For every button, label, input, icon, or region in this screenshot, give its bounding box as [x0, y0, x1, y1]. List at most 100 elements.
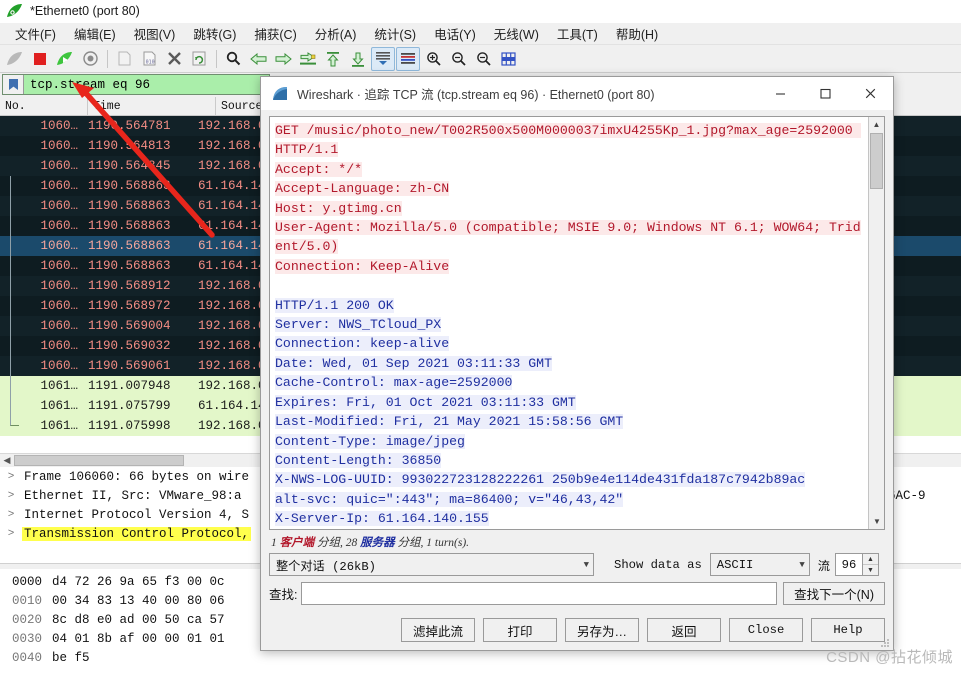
- display-filter-input[interactable]: tcp.stream eq 96: [2, 74, 270, 95]
- find-input[interactable]: [301, 582, 778, 605]
- packet-cell-time: 1190.569004: [88, 319, 171, 333]
- detail-tree-label: Internet Protocol Version 4, S: [24, 507, 250, 522]
- dialog-maximize-button[interactable]: [803, 77, 848, 110]
- start-capture-icon[interactable]: [3, 47, 27, 71]
- stream-text-area[interactable]: GET /music/photo_new/T002R500x500M000003…: [270, 117, 868, 529]
- open-file-icon[interactable]: [112, 47, 136, 71]
- conversation-select[interactable]: 整个对话 (26kB) ▼: [269, 553, 594, 576]
- show-data-as-select[interactable]: ASCII ▼: [709, 553, 810, 576]
- resize-columns-icon[interactable]: [496, 47, 520, 71]
- filter-out-this-stream-button[interactable]: 滤掉此流: [401, 618, 475, 642]
- stream-vertical-scrollbar[interactable]: ▲ ▼: [868, 117, 884, 529]
- filter-bookmark-icon[interactable]: [3, 75, 24, 94]
- stream-scroll-down-arrow[interactable]: ▼: [869, 514, 884, 529]
- zoom-reset-icon[interactable]: [471, 47, 495, 71]
- conversation-select-value: 整个对话 (26kB): [276, 559, 376, 574]
- packet-cell-time: 1190.564845: [88, 159, 171, 173]
- wireshark-fin-icon: [7, 4, 22, 17]
- chevron-right-icon[interactable]: >: [0, 509, 22, 521]
- column-header-time[interactable]: Time: [88, 97, 216, 116]
- display-filter-text: tcp.stream eq 96: [30, 77, 151, 92]
- restart-capture-icon[interactable]: [53, 47, 77, 71]
- menu-item-telephony[interactable]: 电话(Y): [425, 22, 485, 45]
- column-header-no[interactable]: No.: [0, 97, 88, 116]
- reload-file-icon[interactable]: [187, 47, 211, 71]
- csdn-watermark: CSDN @拈花倾城: [826, 649, 953, 666]
- packet-cell-time: 1191.007948: [88, 379, 171, 393]
- stepper-down-icon[interactable]: ▼: [863, 565, 878, 575]
- hex-bytes: 00 34 83 13 40 00 80 06: [52, 593, 225, 608]
- menu-item-go[interactable]: 跳转(G): [184, 22, 245, 45]
- menu-item-wireless[interactable]: 无线(W): [485, 22, 548, 45]
- hex-offset: 0030: [11, 631, 42, 646]
- stats-mid: 分组, 28: [314, 537, 361, 549]
- dialog-titlebar[interactable]: Wireshark · 追踪 TCP 流 (tcp.stream eq 96) …: [261, 77, 893, 110]
- menu-item-statistics[interactable]: 统计(S): [365, 22, 425, 45]
- menu-item-edit[interactable]: 编辑(E): [65, 22, 125, 45]
- menu-item-capture[interactable]: 捕获(C): [245, 22, 305, 45]
- packet-cell-time: 1190.568972: [88, 299, 171, 313]
- back-button[interactable]: 返回: [647, 618, 721, 642]
- chevron-right-icon[interactable]: >: [0, 471, 22, 483]
- stream-content-view[interactable]: GET /music/photo_new/T002R500x500M000003…: [269, 116, 885, 530]
- main-window-title: *Ethernet0 (port 80): [30, 4, 140, 18]
- stream-scroll-thumb[interactable]: [870, 133, 883, 189]
- go-forward-icon[interactable]: [271, 47, 295, 71]
- stream-number-value[interactable]: 96: [836, 554, 862, 575]
- stream-stepper-buttons[interactable]: ▲ ▼: [861, 554, 878, 575]
- dialog-wireshark-icon: [273, 86, 287, 100]
- dialog-title: Wireshark · 追踪 TCP 流 (tcp.stream eq 96) …: [297, 87, 655, 102]
- menu-item-file[interactable]: 文件(F): [6, 22, 65, 45]
- find-packet-icon[interactable]: [221, 47, 245, 71]
- stepper-up-icon[interactable]: ▲: [862, 554, 878, 565]
- chevron-right-icon[interactable]: >: [0, 490, 22, 502]
- menu-item-help[interactable]: 帮助(H): [607, 22, 667, 45]
- stream-scroll-up-arrow[interactable]: ▲: [869, 117, 884, 132]
- save-file-icon[interactable]: 010: [137, 47, 161, 71]
- stream-group-line: [10, 356, 19, 376]
- find-next-button[interactable]: 查找下一个(N): [783, 582, 885, 605]
- print-button[interactable]: 打印: [483, 618, 557, 642]
- close-button[interactable]: Close: [729, 618, 803, 642]
- packet-cell-no: 1060…: [40, 259, 78, 273]
- zoom-out-icon[interactable]: [446, 47, 470, 71]
- menu-item-analyze[interactable]: 分析(A): [306, 22, 366, 45]
- stream-group-line: [10, 276, 19, 296]
- packet-cell-time: 1191.075998: [88, 419, 171, 433]
- hscroll-thumb[interactable]: [14, 455, 184, 466]
- dialog-button-row: 滤掉此流 打印 另存为… 返回 Close Help: [269, 613, 885, 642]
- packet-cell-no: 1060…: [40, 159, 78, 173]
- detail-tree-label: Frame 106060: 66 bytes on wire: [24, 469, 250, 484]
- help-button[interactable]: Help: [811, 618, 885, 642]
- packet-cell-no: 1060…: [40, 279, 78, 293]
- stream-number-stepper[interactable]: 96 ▲ ▼: [834, 553, 879, 576]
- stop-capture-icon[interactable]: [28, 47, 52, 71]
- hex-offset: 0020: [11, 612, 42, 627]
- stats-prefix: 1: [271, 537, 280, 549]
- auto-scroll-icon[interactable]: [371, 46, 395, 71]
- go-last-packet-icon[interactable]: [346, 47, 370, 71]
- zoom-in-icon[interactable]: [421, 47, 445, 71]
- go-first-packet-icon[interactable]: [321, 47, 345, 71]
- packet-cell-no: 1060…: [40, 179, 78, 193]
- capture-options-icon[interactable]: [78, 47, 102, 71]
- stream-group-line: [10, 336, 19, 356]
- menu-item-tools[interactable]: 工具(T): [548, 22, 607, 45]
- hscroll-left-arrow[interactable]: ◀: [0, 454, 14, 467]
- packet-cell-no: 1060…: [40, 139, 78, 153]
- close-file-icon[interactable]: [162, 47, 186, 71]
- chevron-right-icon[interactable]: >: [0, 528, 22, 540]
- go-to-packet-icon[interactable]: [296, 47, 320, 71]
- packet-cell-time: 1190.568863: [88, 199, 171, 213]
- dialog-close-button[interactable]: [848, 77, 893, 110]
- stream-group-line: [10, 236, 19, 256]
- menu-item-view[interactable]: 视图(V): [125, 22, 185, 45]
- stream-group-line: [10, 176, 19, 196]
- stats-client-word: 客户端: [279, 537, 315, 549]
- stream-group-line: [10, 196, 19, 216]
- colorize-packets-icon[interactable]: [396, 46, 420, 71]
- go-back-icon[interactable]: [246, 47, 270, 71]
- save-as-button[interactable]: 另存为…: [565, 618, 639, 642]
- packet-cell-no: 1061…: [40, 379, 78, 393]
- dialog-minimize-button[interactable]: [758, 77, 803, 110]
